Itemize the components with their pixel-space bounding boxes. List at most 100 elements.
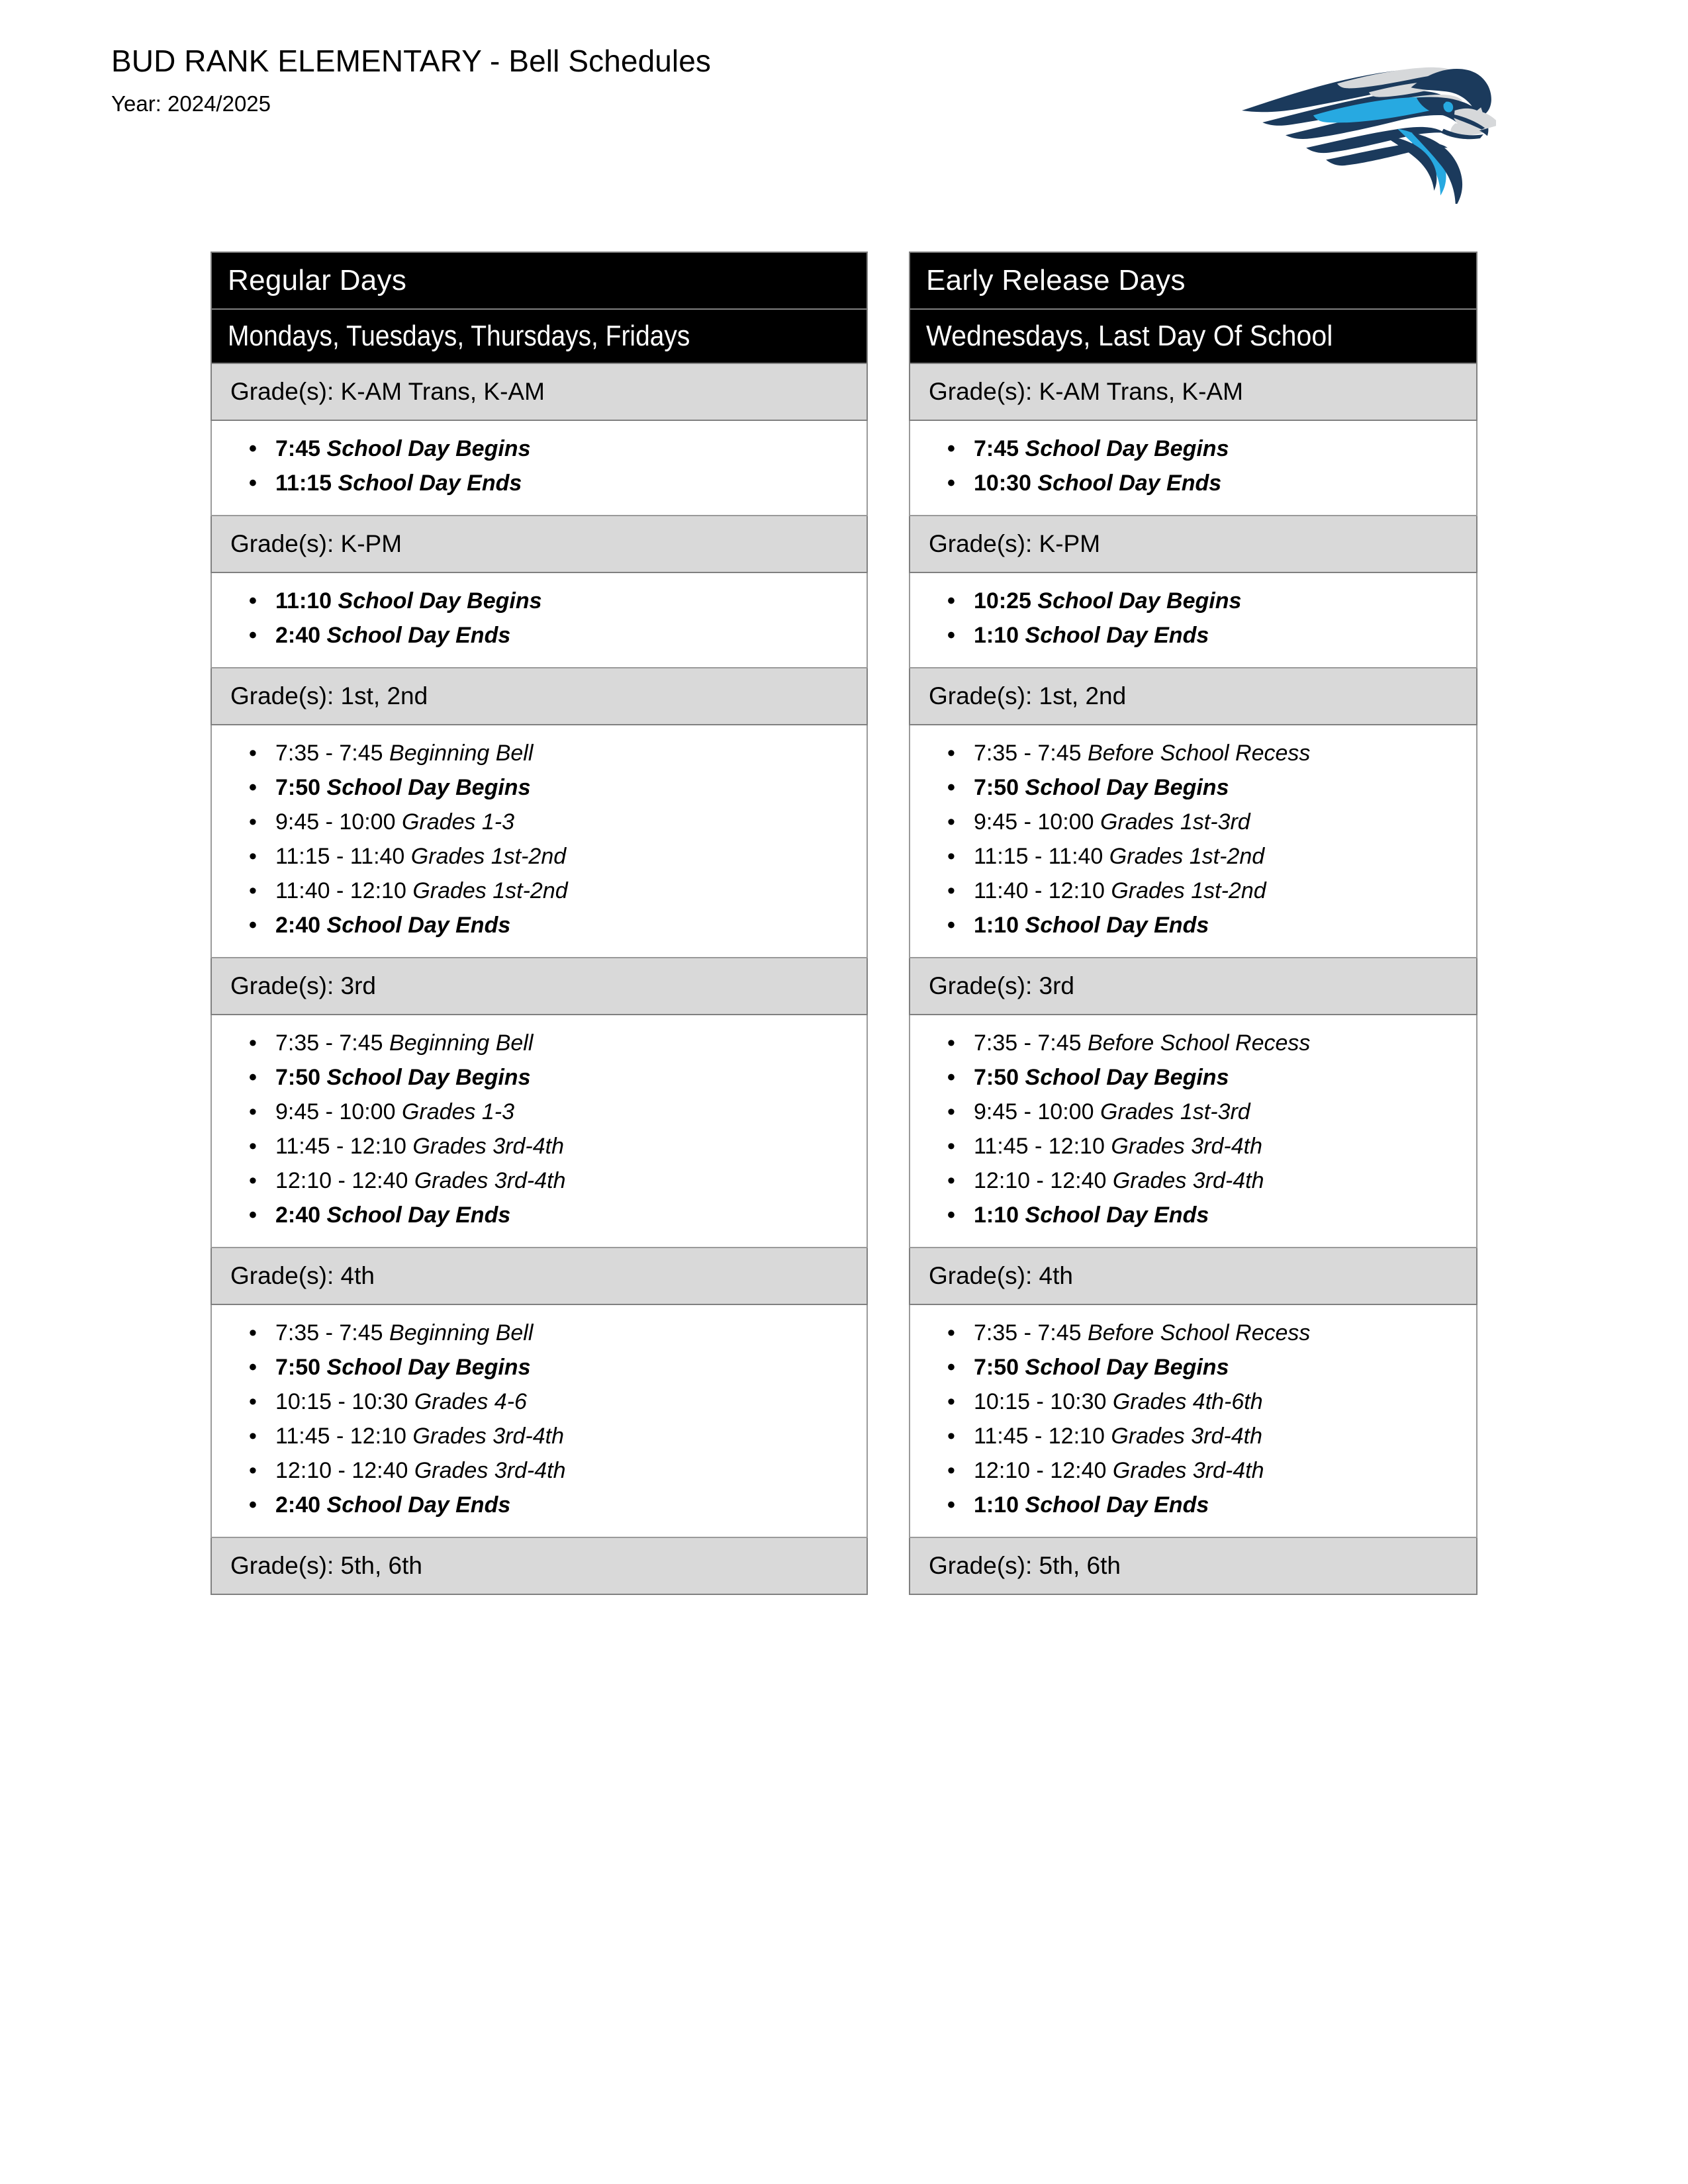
bell-time-value: 7:35 - 7:45 xyxy=(275,741,383,766)
bell-time-label: Grades 4th-6th xyxy=(1112,1389,1263,1414)
schedule-title-text: Regular Days xyxy=(228,264,407,296)
bell-time-item: 1:10 School Day Ends xyxy=(947,1488,1476,1522)
bell-time-list: 10:25 School Day Begins1:10 School Day E… xyxy=(910,584,1476,653)
bell-time-value: 12:10 - 12:40 xyxy=(974,1458,1107,1483)
bell-time-value: 11:40 - 12:10 xyxy=(974,878,1105,903)
bell-time-item: 11:10 School Day Begins xyxy=(249,584,867,618)
bell-time-label: School Day Ends xyxy=(326,1203,511,1228)
bell-time-item: 11:15 - 11:40 Grades 1st-2nd xyxy=(249,839,867,874)
bell-time-value: 7:50 xyxy=(974,775,1019,800)
grade-schedule-body: 7:35 - 7:45 Before School Recess7:50 Sch… xyxy=(909,1015,1477,1248)
bell-time-label: Before School Recess xyxy=(1088,1030,1311,1056)
bell-time-item: 7:50 School Day Begins xyxy=(249,1350,867,1385)
bell-time-item: 7:35 - 7:45 Beginning Bell xyxy=(249,736,867,770)
bell-time-item: 10:25 School Day Begins xyxy=(947,584,1476,618)
bell-time-value: 10:30 xyxy=(974,471,1031,496)
bell-time-value: 10:15 - 10:30 xyxy=(275,1389,408,1414)
bell-time-list: 7:35 - 7:45 Beginning Bell7:50 School Da… xyxy=(212,1316,867,1522)
bell-time-label: School Day Begins xyxy=(326,1355,531,1380)
bell-time-item: 7:45 School Day Begins xyxy=(947,432,1476,466)
bell-time-label: School Day Begins xyxy=(1025,436,1229,461)
bell-time-value: 11:45 - 12:10 xyxy=(275,1424,406,1449)
bell-time-list: 7:35 - 7:45 Before School Recess7:50 Sch… xyxy=(910,1026,1476,1232)
bell-time-item: 10:15 - 10:30 Grades 4th-6th xyxy=(947,1385,1476,1419)
bell-time-label: Grades 3rd-4th xyxy=(1112,1458,1264,1483)
bell-time-value: 9:45 - 10:00 xyxy=(974,1099,1094,1124)
title-block: BUD RANK ELEMENTARY - Bell Schedules Yea… xyxy=(111,45,711,116)
bell-time-value: 1:10 xyxy=(974,913,1019,938)
bell-time-value: 9:45 - 10:00 xyxy=(275,1099,396,1124)
schedule-days-band: Mondays, Tuesdays, Thursdays, Fridays xyxy=(211,310,868,364)
bell-time-item: 7:50 School Day Begins xyxy=(947,1350,1476,1385)
bell-time-label: School Day Begins xyxy=(338,588,542,614)
grade-header-row: Grade(s): K-PM xyxy=(909,516,1477,573)
grade-schedule-body: 7:35 - 7:45 Beginning Bell7:50 School Da… xyxy=(211,1015,868,1248)
bell-time-value: 11:15 - 11:40 xyxy=(974,844,1103,869)
bell-time-value: 7:50 xyxy=(275,1355,321,1380)
bell-time-value: 7:35 - 7:45 xyxy=(974,741,1082,766)
grade-header-row: Grade(s): 5th, 6th xyxy=(211,1538,868,1595)
grade-label: Grade(s): 5th, 6th xyxy=(929,1552,1121,1579)
bell-time-item: 7:35 - 7:45 Before School Recess xyxy=(947,1316,1476,1350)
document-header: BUD RANK ELEMENTARY - Bell Schedules Yea… xyxy=(0,0,1688,225)
bell-time-label: School Day Begins xyxy=(1037,588,1242,614)
bell-time-value: 12:10 - 12:40 xyxy=(974,1168,1107,1193)
bell-time-label: Grades 3rd-4th xyxy=(1111,1134,1262,1159)
bell-time-label: School Day Begins xyxy=(326,436,531,461)
bell-time-label: Grades 1st-2nd xyxy=(412,878,568,903)
bell-time-label: School Day Ends xyxy=(1025,1203,1209,1228)
grade-schedule-body: 7:45 School Day Begins10:30 School Day E… xyxy=(909,421,1477,516)
bell-time-item: 9:45 - 10:00 Grades 1st-3rd xyxy=(947,1095,1476,1129)
bell-time-item: 7:50 School Day Begins xyxy=(947,1060,1476,1095)
bell-time-label: Grades 4-6 xyxy=(414,1389,527,1414)
bell-time-item: 1:10 School Day Ends xyxy=(947,1198,1476,1232)
grade-label: Grade(s): 4th xyxy=(929,1262,1073,1289)
bell-time-value: 11:15 - 11:40 xyxy=(275,844,405,869)
roadrunner-hawk-head-logo xyxy=(1218,25,1496,204)
bell-time-item: 7:35 - 7:45 Before School Recess xyxy=(947,1026,1476,1060)
grade-header-row: Grade(s): K-PM xyxy=(211,516,868,573)
bell-time-value: 2:40 xyxy=(275,623,321,648)
bell-time-item: 11:40 - 12:10 Grades 1st-2nd xyxy=(947,874,1476,908)
bell-time-label: Beginning Bell xyxy=(389,741,534,766)
bell-time-value: 11:10 xyxy=(275,588,332,614)
bell-time-item: 11:15 - 11:40 Grades 1st-2nd xyxy=(947,839,1476,874)
bell-time-list: 11:10 School Day Begins 2:40 School Day E… xyxy=(212,584,867,653)
schedule-table-early-release-days: Early Release Days Wednesdays, Last Day O… xyxy=(909,251,1477,1595)
bell-time-value: 11:45 - 12:10 xyxy=(974,1424,1105,1449)
bell-time-value: 1:10 xyxy=(974,623,1019,648)
bell-time-label: School Day Begins xyxy=(1025,1355,1229,1380)
schedule-title-text: Early Release Days xyxy=(926,264,1186,296)
grade-header-row: Grade(s): 4th xyxy=(909,1248,1477,1305)
bell-time-label: Beginning Bell xyxy=(389,1030,534,1056)
bell-time-label: School Day Ends xyxy=(1025,913,1209,938)
grade-header-row: Grade(s): 3rd xyxy=(211,958,868,1015)
bell-time-list: 7:45 School Day Begins10:30 School Day E… xyxy=(910,432,1476,500)
bell-time-item: 12:10 - 12:40 Grades 3rd-4th xyxy=(249,1163,867,1198)
bell-time-item: 11:15 School Day Ends xyxy=(249,466,867,500)
bell-time-label: Grades 3rd-4th xyxy=(412,1424,564,1449)
grade-schedule-body: 7:35 - 7:45 Before School Recess7:50 Sch… xyxy=(909,1305,1477,1538)
bell-time-item: 11:45 - 12:10 Grades 3rd-4th xyxy=(947,1129,1476,1163)
bell-time-value: 2:40 xyxy=(275,1492,321,1518)
bell-time-item: 1:10 School Day Ends xyxy=(947,618,1476,653)
bell-time-label: School Day Ends xyxy=(326,623,511,648)
bell-time-item: 7:35 - 7:45 Before School Recess xyxy=(947,736,1476,770)
bell-time-value: 7:35 - 7:45 xyxy=(974,1030,1082,1056)
grade-label: Grade(s): K-AM Trans, K-AM xyxy=(929,378,1243,405)
bell-time-item: 2:40 School Day Ends xyxy=(249,1488,867,1522)
grade-label: Grade(s): K-PM xyxy=(929,530,1101,557)
bell-time-item: 11:40 - 12:10 Grades 1st-2nd xyxy=(249,874,867,908)
grade-label: Grade(s): 3rd xyxy=(929,972,1075,999)
bell-time-label: Grades 1st-3rd xyxy=(1100,809,1250,835)
bell-time-label: Grades 1-3 xyxy=(401,1099,515,1124)
bell-time-item: 7:45 School Day Begins xyxy=(249,432,867,466)
grade-schedule-body: 7:45 School Day Begins11:15 School Day E… xyxy=(211,421,868,516)
bell-time-item: 7:35 - 7:45 Beginning Bell xyxy=(249,1026,867,1060)
bell-time-item: 1:10 School Day Ends xyxy=(947,908,1476,942)
bell-time-label: Grades 1st-2nd xyxy=(410,844,567,869)
bell-time-item: 2:40 School Day Ends xyxy=(249,908,867,942)
bell-time-item: 12:10 - 12:40 Grades 3rd-4th xyxy=(947,1163,1476,1198)
bell-time-list: 7:35 - 7:45 Beginning Bell7:50 School Da… xyxy=(212,1026,867,1232)
bell-time-item: 9:45 - 10:00 Grades 1-3 xyxy=(249,1095,867,1129)
